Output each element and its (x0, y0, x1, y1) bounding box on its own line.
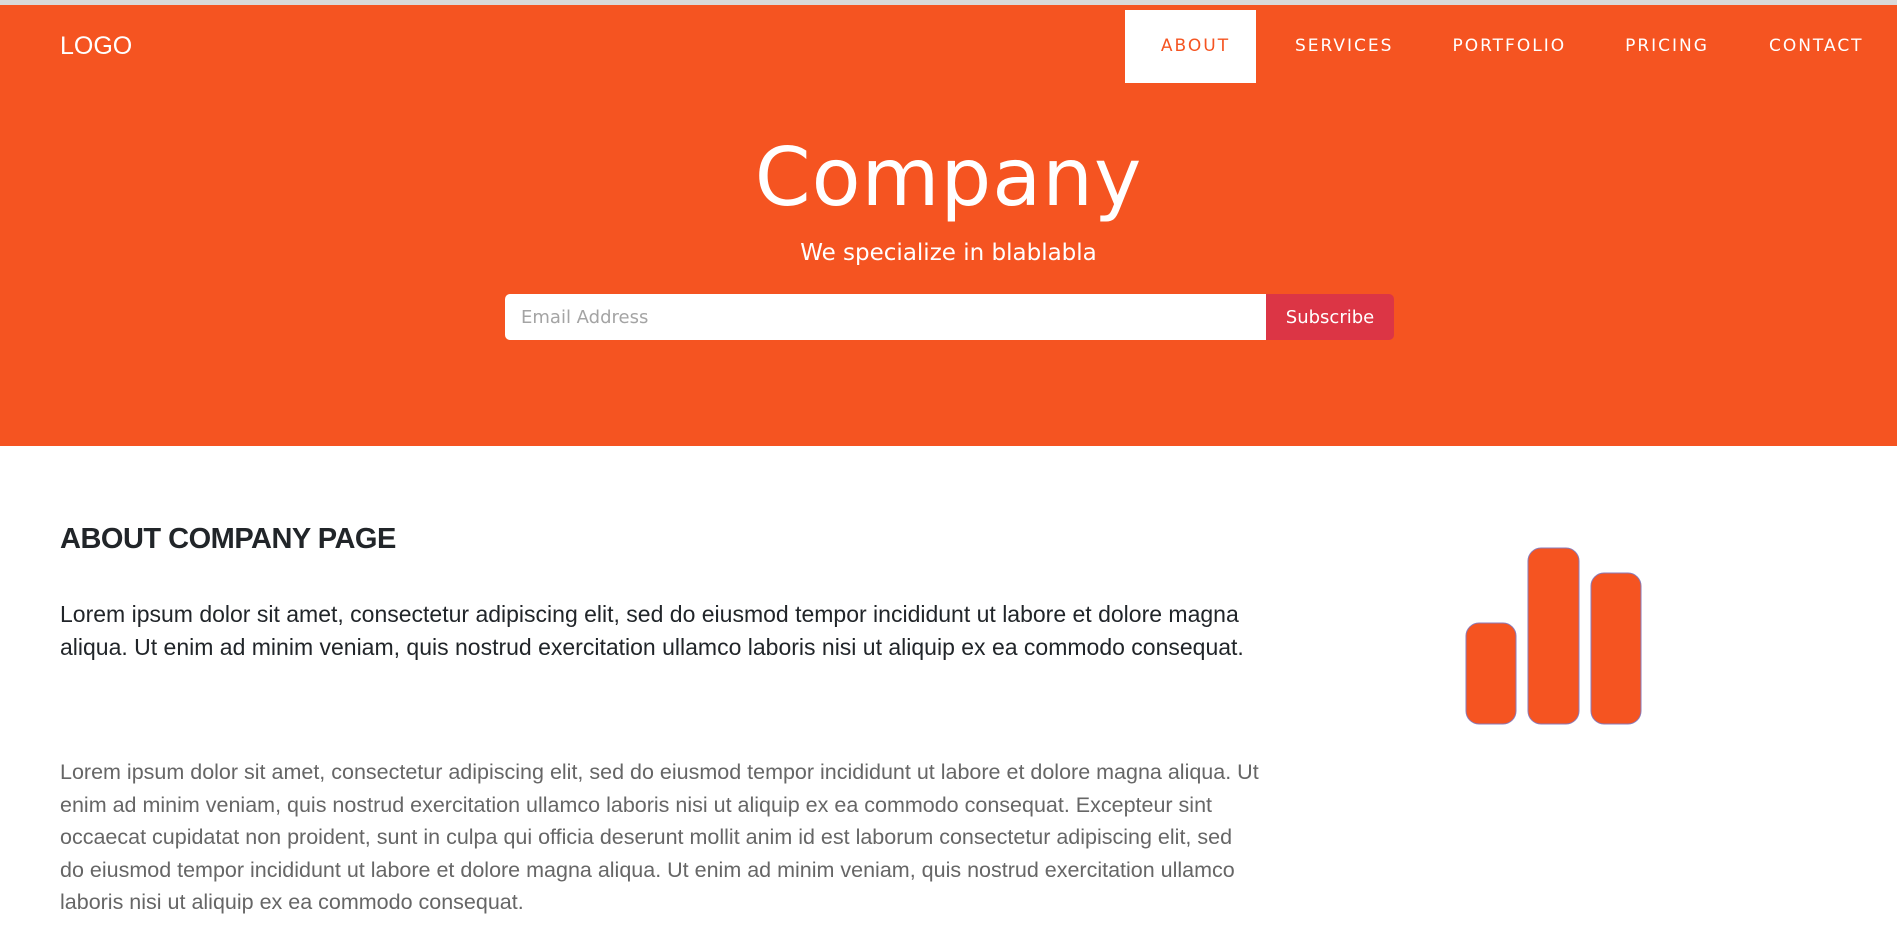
nav-item-services[interactable]: SERVICES (1295, 10, 1393, 83)
about-title: ABOUT COMPANY PAGE (60, 523, 396, 555)
nav-item-contact[interactable]: CONTACT (1769, 10, 1864, 83)
bar-chart-icon (1465, 547, 1642, 725)
nav-item-pricing[interactable]: PRICING (1625, 10, 1709, 83)
about-body-text: Lorem ipsum dolor sit amet, consectetur … (60, 760, 1259, 914)
bar-chart-icon-bar-middle (1527, 547, 1580, 725)
nav-item-portfolio[interactable]: PORTFOLIO (1452, 10, 1566, 83)
hero-title: Company (754, 131, 1143, 224)
logo[interactable]: LOGO (60, 32, 132, 61)
bar-chart-icon-bar-right (1590, 572, 1642, 725)
main-nav: ABOUT SERVICES PORTFOLIO PRICING CONTACT (1125, 10, 1864, 83)
about-lead-text: Lorem ipsum dolor sit amet, consectetur … (60, 601, 1244, 660)
hero-subtitle: We specialize in blablabla (800, 240, 1097, 266)
bar-chart-icon-bar-left (1465, 622, 1517, 725)
email-input[interactable] (505, 294, 1266, 340)
nav-item-about[interactable]: ABOUT (1125, 10, 1256, 83)
hero-header: LOGO ABOUT SERVICES PORTFOLIO PRICING CO… (0, 5, 1897, 446)
subscribe-button[interactable]: Subscribe (1266, 294, 1394, 340)
subscribe-form: Subscribe (505, 294, 1394, 340)
